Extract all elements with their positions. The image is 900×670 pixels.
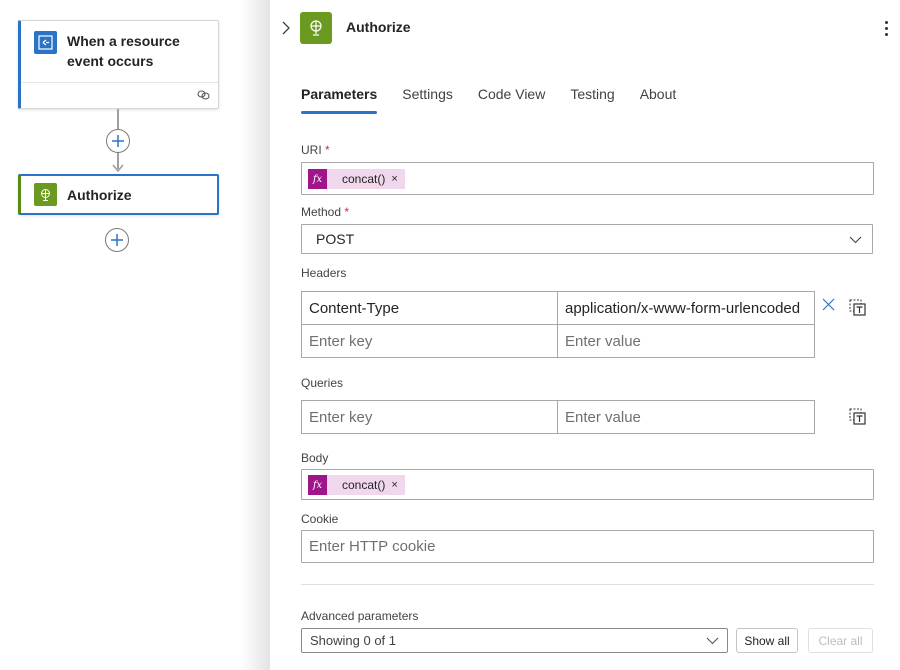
header-value-input[interactable]: application/x-www-form-urlencoded [557, 291, 815, 325]
cookie-input[interactable]: Enter HTTP cookie [301, 530, 874, 563]
tab-parameters[interactable]: Parameters [301, 86, 378, 114]
text-mode-icon [849, 299, 866, 316]
uri-label-text: URI [301, 143, 322, 157]
body-field[interactable]: fx concat() × [301, 469, 874, 500]
more-dot [884, 32, 888, 36]
tab-about[interactable]: About [640, 86, 677, 114]
plus-icon [111, 234, 123, 246]
uri-expression-token[interactable]: fx concat() × [308, 169, 405, 189]
method-value: POST [316, 231, 355, 247]
add-step-button[interactable] [105, 228, 129, 252]
tab-code-view[interactable]: Code View [478, 86, 545, 114]
uri-field[interactable]: fx concat() × [301, 162, 874, 195]
method-dropdown[interactable]: POST [301, 224, 873, 254]
queries-table: Enter key Enter value [301, 400, 815, 434]
close-icon [822, 298, 834, 310]
section-divider [301, 584, 874, 585]
action-card-title: Authorize [67, 186, 132, 203]
headers-label: Headers [301, 266, 347, 280]
switch-to-text-mode-button[interactable] [847, 406, 867, 426]
arrow-down-icon [112, 164, 124, 173]
event-grid-icon [34, 31, 57, 54]
chevron-down-icon [849, 236, 862, 244]
delete-header-button[interactable] [819, 295, 837, 313]
show-all-button[interactable]: Show all [736, 628, 798, 653]
plus-icon [112, 135, 124, 147]
query-value-input[interactable]: Enter value [557, 400, 815, 434]
query-key-input[interactable]: Enter key [301, 400, 558, 434]
cookie-label: Cookie [301, 512, 339, 526]
chevron-right-icon [282, 21, 290, 35]
http-globe-icon [34, 183, 57, 206]
trigger-title-line2: event occurs [67, 53, 154, 69]
tab-testing[interactable]: Testing [570, 86, 614, 114]
headers-table: Content-Type application/x-www-form-urle… [301, 291, 815, 358]
body-expression-token[interactable]: fx concat() × [308, 475, 405, 495]
panel-header: Authorize [270, 0, 900, 58]
tab-settings[interactable]: Settings [402, 86, 453, 114]
link-icon [197, 87, 210, 105]
clear-all-button[interactable]: Clear all [808, 628, 873, 653]
uri-label: URI * [301, 143, 330, 157]
queries-label: Queries [301, 376, 344, 390]
trigger-card-title: When a resource event occurs [67, 31, 180, 71]
advanced-parameters-value: Showing 0 of 1 [310, 633, 397, 648]
switch-to-text-mode-button[interactable] [847, 297, 867, 317]
required-marker: * [344, 205, 350, 219]
http-globe-icon [300, 12, 332, 44]
insert-step-button[interactable] [106, 129, 130, 153]
query-row-empty: Enter key Enter value [301, 400, 815, 434]
advanced-parameters-label: Advanced parameters [301, 609, 419, 623]
more-options-button[interactable] [878, 18, 894, 38]
token-text: concat() [342, 478, 386, 492]
more-dot [884, 20, 888, 24]
collapse-panel-button[interactable] [278, 18, 294, 38]
function-icon: fx [308, 475, 327, 495]
header-new-key-input[interactable]: Enter key [301, 324, 558, 358]
remove-token-button[interactable]: × [391, 173, 404, 185]
header-row-empty: Enter key Enter value [301, 324, 815, 358]
panel-tabs: Parameters Settings Code View Testing Ab… [301, 86, 701, 114]
header-row: Content-Type application/x-www-form-urle… [301, 291, 815, 325]
function-icon: fx [308, 169, 327, 189]
body-label: Body [301, 451, 329, 465]
method-label: Method * [301, 205, 349, 219]
advanced-parameters-dropdown[interactable]: Showing 0 of 1 [301, 628, 728, 653]
required-marker: * [325, 143, 330, 157]
method-label-text: Method [301, 205, 342, 219]
trigger-title-line1: When a resource [67, 33, 180, 49]
workflow-canvas: When a resource event occurs Authorize [0, 0, 270, 670]
chevron-down-icon [706, 637, 719, 645]
action-details-panel: Authorize Parameters Settings Code View … [270, 0, 900, 670]
token-text: concat() [342, 172, 386, 186]
action-card-authorize[interactable]: Authorize [18, 174, 219, 215]
remove-token-button[interactable]: × [391, 479, 404, 491]
panel-shadow [240, 0, 270, 670]
header-new-value-input[interactable]: Enter value [557, 324, 815, 358]
trigger-card[interactable]: When a resource event occurs [18, 20, 219, 109]
text-mode-icon [849, 408, 866, 425]
header-key-input[interactable]: Content-Type [301, 291, 558, 325]
more-dot [884, 26, 888, 30]
panel-title[interactable]: Authorize [346, 19, 411, 35]
